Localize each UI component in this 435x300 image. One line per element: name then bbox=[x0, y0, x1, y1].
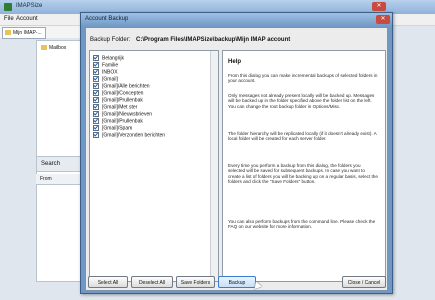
folder-checkbox[interactable] bbox=[93, 125, 99, 131]
help-paragraph: Every time you perform a backup from thi… bbox=[228, 163, 378, 185]
deselect-all-button[interactable]: Deselect All bbox=[131, 276, 173, 288]
folder-item[interactable]: [Gmail]/Alle berichten bbox=[93, 83, 150, 90]
save-folders-button[interactable]: Save Folders bbox=[176, 276, 215, 288]
folder-icon bbox=[5, 30, 11, 35]
folder-item[interactable]: [Gmail]/Prullenbak bbox=[93, 118, 143, 125]
folder-checkbox[interactable] bbox=[93, 97, 99, 103]
search-panel[interactable]: Search bbox=[36, 156, 86, 172]
menu-file[interactable]: File bbox=[4, 16, 14, 22]
folder-icon bbox=[41, 45, 47, 50]
folder-checkbox[interactable] bbox=[93, 111, 99, 117]
backup-folder-row: Backup Folder: C:\Program Files\IMAPSize… bbox=[90, 36, 383, 46]
folder-checkbox[interactable] bbox=[93, 118, 99, 124]
dialog-title: Account Backup bbox=[85, 16, 129, 22]
folder-item[interactable]: INBOX bbox=[93, 69, 118, 76]
search-label: Search bbox=[41, 161, 61, 167]
folder-checkbox[interactable] bbox=[93, 55, 99, 61]
main-window-title: IMAPSize bbox=[16, 3, 43, 9]
folder-checkbox[interactable] bbox=[93, 132, 99, 138]
folder-item[interactable]: [Gmail]/Verzonden berichten bbox=[93, 132, 165, 139]
help-paragraph: Only messages not already present locall… bbox=[228, 93, 375, 109]
folder-list-scrollbar[interactable] bbox=[210, 51, 218, 281]
main-close-icon[interactable]: ✕ bbox=[372, 2, 386, 11]
dialog-body: Backup Folder: C:\Program Files\IMAPSize… bbox=[85, 27, 388, 291]
folder-checkbox[interactable] bbox=[93, 90, 99, 96]
dialog-close-icon[interactable]: ✕ bbox=[376, 15, 390, 24]
backup-folder-path: C:\Program Files\IMAPSize\backup\Mijn IM… bbox=[136, 37, 291, 43]
backup-folder-label: Backup Folder: bbox=[90, 37, 131, 43]
main-toolbar: Mijn IMAP-... bbox=[0, 26, 80, 39]
folder-item[interactable]: [Gmail]/Concepten bbox=[93, 90, 143, 97]
folder-checkbox[interactable] bbox=[93, 83, 99, 89]
help-paragraph: You can also perform backups from the co… bbox=[228, 219, 376, 230]
help-paragraph: From this dialog you can make incrementa… bbox=[228, 73, 378, 84]
help-paragraph: The folder hierarchy will be replicated … bbox=[228, 131, 377, 142]
folder-checkbox[interactable] bbox=[93, 76, 99, 82]
folder-checkbox[interactable] bbox=[93, 62, 99, 68]
folder-item[interactable]: [Gmail]/Prullenbak bbox=[93, 97, 143, 104]
folder-item[interactable]: [Gmail]/Met ster bbox=[93, 104, 137, 111]
folder-checkbox[interactable] bbox=[93, 104, 99, 110]
dialog-title-bar[interactable]: Account Backup ✕ bbox=[81, 13, 392, 27]
help-panel: Help From this dialog you can make incre… bbox=[222, 50, 386, 282]
select-all-button[interactable]: Select All bbox=[88, 276, 128, 288]
app-icon bbox=[4, 3, 12, 11]
account-backup-dialog: Account Backup ✕ Backup Folder: C:\Progr… bbox=[80, 12, 393, 294]
account-selector[interactable]: Mijn IMAP-... bbox=[2, 27, 46, 39]
folder-item[interactable]: [Gmail] bbox=[93, 76, 118, 83]
folder-checkbox[interactable] bbox=[93, 69, 99, 75]
backup-button[interactable]: Backup bbox=[218, 276, 256, 288]
mailbox-item[interactable]: Mailbox bbox=[41, 45, 66, 51]
folder-item[interactable]: [Gmail]/Spam bbox=[93, 125, 132, 132]
help-heading: Help bbox=[228, 59, 242, 65]
close-cancel-button[interactable]: Close / Cancel bbox=[342, 276, 386, 288]
from-column-header[interactable]: From bbox=[36, 174, 84, 185]
folder-item[interactable]: [Gmail]/Nieuwsbrieven bbox=[93, 111, 152, 118]
menu-account[interactable]: Account bbox=[16, 16, 38, 22]
folder-item[interactable]: Belangrijk bbox=[93, 55, 124, 62]
folder-item[interactable]: Familie bbox=[93, 62, 118, 69]
folder-list[interactable]: Belangrijk Familie INBOX [Gmail] [Gmail]… bbox=[89, 50, 219, 282]
